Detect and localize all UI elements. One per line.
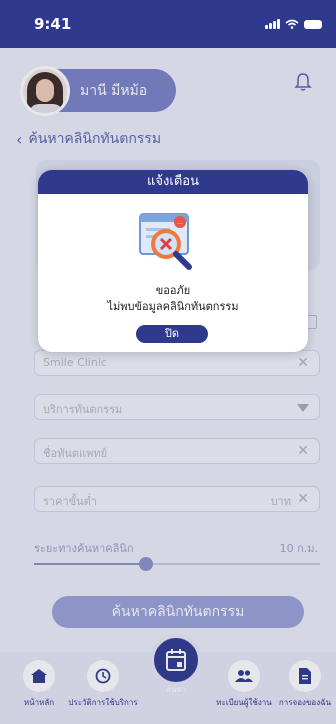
close-dialog-button[interactable]: ปิด (136, 325, 208, 343)
battery-icon (304, 20, 322, 29)
app-screen: 9:41 มานี มีหม้อ ‹ ค้นหาคลินิกทันตกรรม S… (0, 0, 336, 724)
wifi-icon (285, 19, 299, 29)
alert-dialog: แจ้งเตือน ... ขออภัย ไม่พบข้อมูลคลินิกทั… (38, 170, 308, 352)
not-found-illustration-icon: ... (139, 213, 192, 270)
dialog-message-line2: ไม่พบข้อมูลคลินิกทันตกรรม (107, 300, 239, 313)
status-time: 9:41 (34, 15, 72, 33)
svg-text:...: ... (177, 219, 183, 226)
signal-icon (265, 19, 280, 29)
modal-backdrop[interactable] (0, 48, 336, 724)
status-icons (265, 19, 322, 29)
dialog-title: แจ้งเตือน (38, 170, 308, 194)
status-bar: 9:41 (0, 0, 336, 48)
